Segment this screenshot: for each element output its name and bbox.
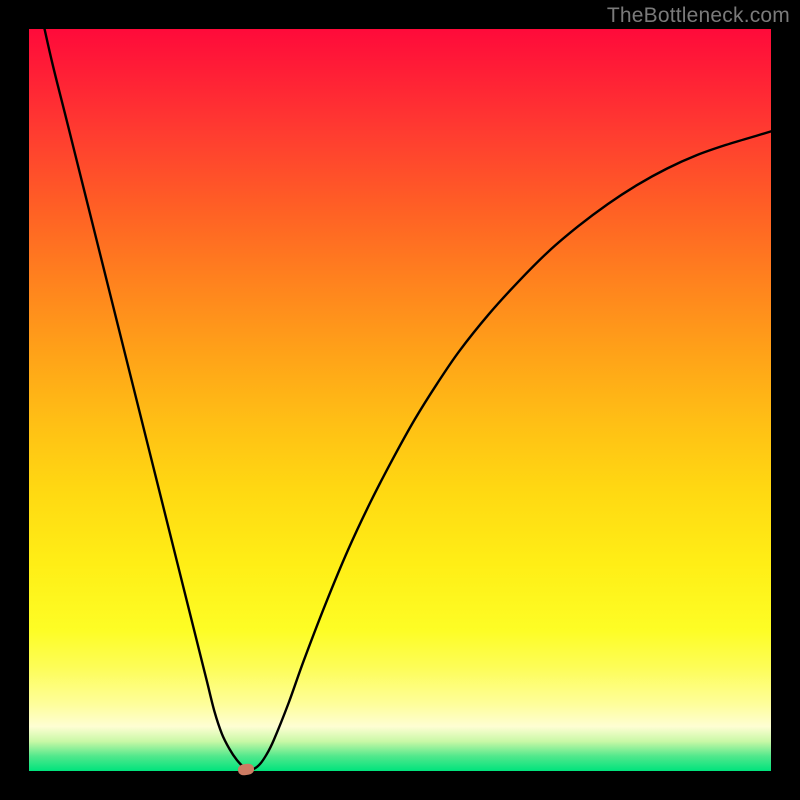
watermark-text: TheBottleneck.com <box>607 4 790 28</box>
chart-plot-area <box>29 29 771 771</box>
